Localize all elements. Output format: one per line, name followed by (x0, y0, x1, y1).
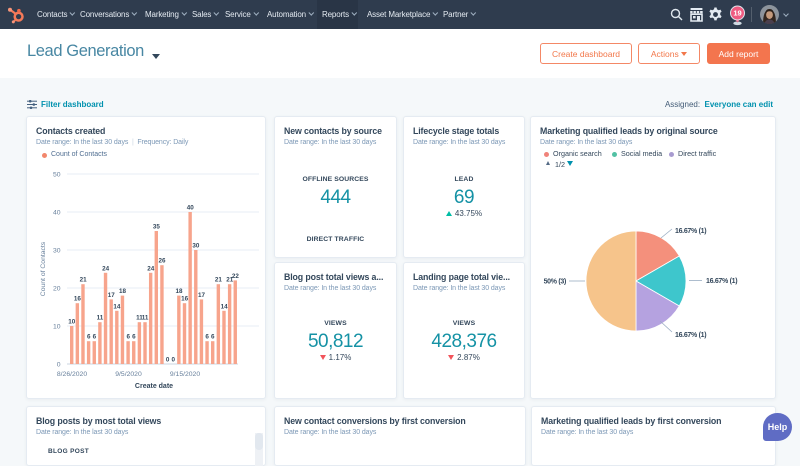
svg-text:26: 26 (159, 258, 167, 265)
svg-text:21: 21 (80, 277, 88, 284)
svg-text:18: 18 (175, 288, 183, 295)
svg-text:30: 30 (192, 243, 200, 250)
svg-text:16.67% (1): 16.67% (1) (675, 332, 706, 339)
svg-text:9/15/2020: 9/15/2020 (170, 371, 200, 378)
svg-text:10: 10 (68, 319, 76, 326)
svg-text:40: 40 (53, 209, 61, 216)
svg-text:24: 24 (102, 265, 110, 272)
svg-text:10: 10 (53, 323, 61, 330)
svg-text:22: 22 (232, 273, 240, 280)
svg-text:50% (3): 50% (3) (544, 279, 566, 286)
svg-text:Count of Contacts: Count of Contacts (40, 241, 47, 296)
svg-text:19: 19 (733, 9, 741, 18)
svg-text:16.67% (1): 16.67% (1) (675, 228, 706, 235)
svg-text:16.67% (1): 16.67% (1) (706, 278, 737, 285)
svg-text:17: 17 (108, 292, 116, 299)
svg-text:21: 21 (215, 277, 223, 284)
svg-text:17: 17 (198, 292, 206, 299)
svg-text:11: 11 (97, 315, 104, 322)
svg-text:40: 40 (187, 205, 195, 212)
svg-text:6: 6 (87, 334, 91, 341)
svg-text:6: 6 (132, 334, 136, 341)
svg-text:50: 50 (53, 171, 61, 178)
svg-text:30: 30 (53, 247, 61, 254)
svg-text:11: 11 (142, 315, 149, 322)
svg-text:16: 16 (74, 296, 82, 303)
svg-text:6: 6 (205, 334, 209, 341)
svg-text:0: 0 (166, 357, 170, 364)
svg-text:16: 16 (181, 296, 189, 303)
svg-text:8/26/2020: 8/26/2020 (57, 371, 87, 378)
svg-text:14: 14 (221, 303, 229, 310)
svg-text:18: 18 (119, 288, 127, 295)
svg-text:6: 6 (211, 334, 215, 341)
svg-text:20: 20 (53, 285, 61, 292)
svg-text:35: 35 (153, 224, 161, 231)
svg-text:24: 24 (147, 265, 155, 272)
svg-text:9/5/2020: 9/5/2020 (115, 371, 142, 378)
svg-text:0: 0 (172, 357, 176, 364)
svg-text:6: 6 (93, 334, 97, 341)
svg-text:Create date: Create date (135, 383, 173, 390)
svg-text:6: 6 (126, 334, 130, 341)
svg-text:0: 0 (57, 361, 61, 368)
svg-text:14: 14 (113, 303, 121, 310)
